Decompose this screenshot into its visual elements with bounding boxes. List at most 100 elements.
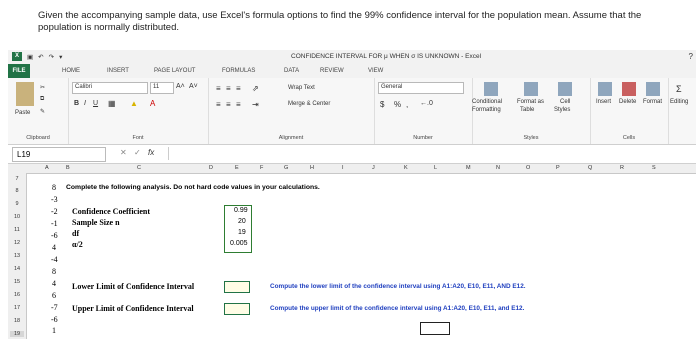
italic-button[interactable]: I	[84, 100, 86, 107]
row-header[interactable]: 18	[10, 318, 24, 324]
tab-view[interactable]: VIEW	[368, 68, 383, 74]
data-cell[interactable]: -2	[51, 207, 58, 216]
delete-cells-icon[interactable]	[622, 82, 636, 96]
col-header-l[interactable]: L	[434, 165, 437, 171]
row-header[interactable]: 11	[10, 227, 24, 233]
lower-limit-cell[interactable]	[224, 281, 250, 293]
col-header-q[interactable]: Q	[588, 165, 592, 171]
insert-cells-icon[interactable]	[598, 82, 612, 96]
col-header-f[interactable]: F	[260, 165, 263, 171]
format-as-table-icon[interactable]	[524, 82, 538, 96]
data-cell[interactable]: -6	[51, 231, 58, 240]
borders-icon[interactable]: ▦	[108, 99, 116, 108]
active-cell-l19[interactable]	[420, 322, 450, 335]
conditional-label[interactable]: Conditional	[472, 99, 502, 105]
format-cells-icon[interactable]	[646, 82, 660, 96]
col-header-b[interactable]: B	[66, 165, 70, 171]
data-cell[interactable]: -3	[51, 195, 58, 204]
conditional-formatting-icon[interactable]	[484, 82, 498, 96]
col-header-n[interactable]: N	[496, 165, 500, 171]
format-label[interactable]: Format	[643, 99, 662, 105]
tab-data[interactable]: DATA	[284, 68, 299, 74]
decimal-icon[interactable]: ←.0	[420, 100, 433, 107]
data-cell[interactable]: 8	[52, 183, 56, 192]
help-icon[interactable]: ?	[689, 52, 693, 61]
align-top-icon[interactable]: ≡	[216, 84, 221, 93]
df-value[interactable]: 19	[238, 229, 246, 236]
cell-label[interactable]: Cell	[560, 99, 570, 105]
paste-label[interactable]: Paste	[15, 110, 30, 116]
alpha-half-value[interactable]: 0.005	[230, 240, 248, 247]
tab-home[interactable]: HOME	[62, 68, 80, 74]
cut-icon[interactable]: ✂	[40, 84, 45, 91]
row-header[interactable]: 9	[10, 201, 24, 207]
data-cell[interactable]: -7	[51, 303, 58, 312]
data-cell[interactable]: 4	[52, 243, 56, 252]
cell-styles-icon[interactable]	[558, 82, 572, 96]
cancel-icon[interactable]: ✕	[120, 148, 127, 157]
fx-icon[interactable]: fx	[148, 148, 154, 157]
upper-limit-cell[interactable]	[224, 303, 250, 315]
copy-icon[interactable]: ⧉	[40, 96, 44, 103]
comma-button[interactable]: ,	[406, 100, 408, 109]
row-header[interactable]: 17	[10, 305, 24, 311]
cell-styles-label[interactable]: Styles	[554, 107, 570, 113]
align-bottom-icon[interactable]: ≡	[236, 84, 241, 93]
currency-button[interactable]: $	[380, 100, 384, 109]
align-center-icon[interactable]: ≡	[226, 100, 231, 109]
fill-color-icon[interactable]: ▲	[130, 99, 138, 108]
row-header[interactable]: 16	[10, 292, 24, 298]
font-color-icon[interactable]: A	[150, 99, 155, 108]
col-header-c[interactable]: C	[137, 165, 141, 171]
wrap-text-button[interactable]: Wrap Text	[288, 85, 315, 91]
row-header-selected[interactable]: 19	[10, 331, 24, 337]
orientation-icon[interactable]: ⇗	[252, 84, 259, 93]
paste-icon[interactable]	[16, 82, 34, 106]
data-cell[interactable]: 8	[52, 267, 56, 276]
undo-icon[interactable]: ↶	[38, 53, 43, 61]
underline-button[interactable]: U	[93, 100, 98, 107]
col-header-o[interactable]: O	[526, 165, 530, 171]
font-name-select[interactable]: Calibri	[72, 82, 148, 94]
confidence-coefficient-value[interactable]: 0.99	[234, 207, 248, 214]
data-cell[interactable]: 4	[52, 279, 56, 288]
col-header-g[interactable]: G	[284, 165, 288, 171]
tab-file[interactable]: FILE	[8, 64, 30, 78]
merge-center-button[interactable]: Merge & Center	[288, 101, 330, 107]
col-header-d[interactable]: D	[209, 165, 213, 171]
col-header-s[interactable]: S	[652, 165, 656, 171]
tab-review[interactable]: REVIEW	[320, 68, 344, 74]
data-cell[interactable]: -4	[51, 255, 58, 264]
bold-button[interactable]: B	[74, 100, 79, 107]
col-header-m[interactable]: M	[466, 165, 471, 171]
row-header[interactable]: 13	[10, 253, 24, 259]
col-header-i[interactable]: I	[342, 165, 344, 171]
indent-icon[interactable]: ⇥	[252, 100, 259, 109]
shrink-font-button[interactable]: A˅	[189, 83, 198, 90]
percent-button[interactable]: %	[394, 100, 401, 109]
row-header[interactable]: 14	[10, 266, 24, 272]
col-header-j[interactable]: J	[372, 165, 375, 171]
save-icon[interactable]: ▣	[27, 53, 33, 61]
col-header-a[interactable]: A	[45, 165, 49, 171]
col-header-e[interactable]: E	[235, 165, 239, 171]
grow-font-button[interactable]: A˄	[176, 83, 185, 90]
data-cell[interactable]: -6	[51, 315, 58, 324]
row-header[interactable]: 8	[10, 188, 24, 194]
col-header-r[interactable]: R	[620, 165, 624, 171]
table-label[interactable]: Table	[520, 107, 534, 113]
data-cell[interactable]: -1	[51, 219, 58, 228]
col-header-p[interactable]: P	[556, 165, 560, 171]
data-cell[interactable]: 6	[52, 291, 56, 300]
align-right-icon[interactable]: ≡	[236, 100, 241, 109]
worksheet-grid[interactable]: A B C D E F G H I J K L M N O P Q R S 7 …	[8, 164, 696, 339]
tab-page-layout[interactable]: PAGE LAYOUT	[154, 68, 195, 74]
customize-icon[interactable]: ▾	[59, 53, 62, 61]
formula-input[interactable]	[168, 147, 689, 160]
row-header[interactable]: 7	[10, 176, 24, 182]
data-cell[interactable]: 1	[52, 326, 56, 335]
col-header-k[interactable]: K	[404, 165, 408, 171]
number-format-select[interactable]: General	[378, 82, 464, 94]
autosum-icon[interactable]: Σ	[676, 84, 682, 94]
align-middle-icon[interactable]: ≡	[226, 84, 231, 93]
